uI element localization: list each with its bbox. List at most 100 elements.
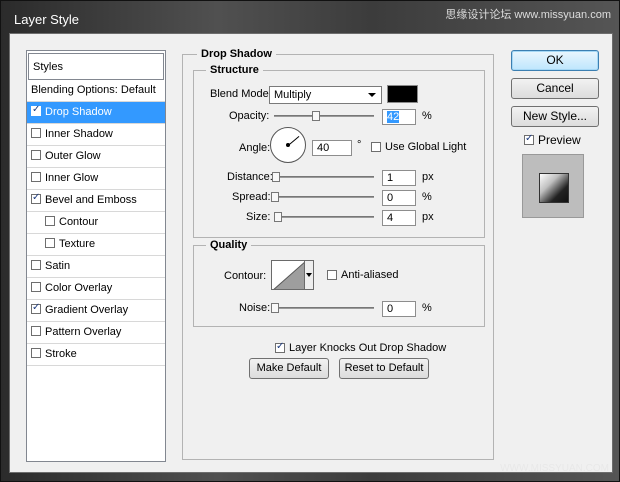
drop-shadow-group: Drop Shadow Structure Blend Mode: Multip… [182,48,494,460]
contour-label: Contour: [224,270,267,282]
distance-unit: px [422,171,434,183]
window-title: Layer Style [14,12,80,27]
size-value: 4 [387,212,394,224]
make-default-button[interactable]: Make Default [249,358,329,379]
contour-curve-icon [273,262,304,289]
style-item-label: Outer Glow [45,150,101,162]
style-item-label: Texture [59,238,96,250]
layer-style-window: Layer Style 思缘设计论坛 www.missyuan.com Styl… [0,0,620,482]
blend-mode-value: Multiply [274,89,312,101]
anti-aliased-checkbox[interactable] [327,270,337,280]
structure-title: Structure [206,64,263,76]
spread-input[interactable]: 0 [382,190,416,206]
distance-value: 1 [387,172,394,184]
angle-input[interactable]: 40 [312,140,352,156]
angle-unit: ° [357,139,362,151]
style-item[interactable]: Pattern Overlay [27,322,165,344]
preview-checkbox[interactable] [524,133,534,145]
style-item[interactable]: Inner Glow [27,168,165,190]
style-item[interactable]: Inner Shadow [27,124,165,146]
noise-value: 0 [387,303,394,315]
style-item[interactable]: Stroke [27,344,165,366]
style-item[interactable]: Texture [27,234,165,256]
style-item-label: Blending Options: Default [31,84,156,96]
style-item[interactable]: Blending Options: Default [27,80,165,102]
style-item-checkbox[interactable] [45,238,55,248]
angle-dial-center [286,143,290,147]
spread-label: Spread: [232,191,271,203]
style-item-checkbox[interactable] [31,348,41,358]
style-item-checkbox[interactable] [31,172,41,182]
structure-group: Structure Blend Mode: Multiply Opacity: … [193,64,485,238]
style-preview-box [522,154,584,218]
style-item-label: Drop Shadow [45,106,112,118]
quality-group: Quality Contour: Anti-aliased Noise: 0 % [193,239,485,327]
distance-slider[interactable] [272,172,374,182]
watermark-top: 思缘设计论坛 www.missyuan.com [445,9,611,21]
style-item-checkbox[interactable] [31,326,41,336]
style-item[interactable]: Gradient Overlay [27,300,165,322]
style-item-checkbox[interactable] [31,302,41,314]
new-style-button[interactable]: New Style... [511,106,599,127]
size-input[interactable]: 4 [382,210,416,226]
angle-label: Angle: [239,142,271,154]
size-slider[interactable] [274,212,374,222]
ok-button[interactable]: OK [511,50,599,71]
opacity-slider-thumb[interactable] [312,111,320,121]
style-item[interactable]: Bevel and Emboss [27,190,165,212]
style-item-label: Gradient Overlay [45,304,129,316]
style-item-label: Pattern Overlay [45,326,122,338]
distance-label: Distance: [227,171,273,183]
style-item-checkbox[interactable] [31,260,41,270]
size-slider-thumb[interactable] [274,212,282,222]
style-item[interactable]: Contour [27,212,165,234]
blend-mode-select[interactable]: Multiply [269,86,382,104]
style-item-checkbox[interactable] [31,104,41,116]
style-item[interactable]: Drop Shadow [27,102,165,124]
noise-slider[interactable] [271,303,374,313]
style-item-label: Contour [59,216,99,228]
size-label: Size: [246,211,271,223]
style-item-label: Satin [45,260,71,272]
contour-dropdown-button[interactable] [305,260,314,290]
reset-to-default-button[interactable]: Reset to Default [339,358,429,379]
distance-slider-thumb[interactable] [272,172,280,182]
opacity-value: 42 [387,111,400,123]
spread-slider-thumb[interactable] [271,192,279,202]
blend-mode-label: Blend Mode: [210,88,272,100]
style-item[interactable]: Outer Glow [27,146,165,168]
watermark-bottom: WWW.MISSYUAN.COM [500,463,609,474]
styles-header[interactable]: Styles [28,53,164,80]
style-item-checkbox[interactable] [31,282,41,292]
style-item[interactable]: Color Overlay [27,278,165,300]
anti-aliased-label: Anti-aliased [341,269,399,281]
style-item-checkbox[interactable] [45,216,55,226]
noise-slider-thumb[interactable] [271,303,279,313]
style-item-checkbox[interactable] [31,192,41,204]
style-item-label: Inner Shadow [45,128,113,140]
opacity-input[interactable]: 42 [382,109,416,125]
knocks-out-label: Layer Knocks Out Drop Shadow [289,342,447,354]
style-item-checkbox[interactable] [31,128,41,138]
style-item[interactable]: Satin [27,256,165,278]
knocks-out-checkbox[interactable] [275,341,285,353]
style-items: Blending Options: Default Drop Shadow Inne… [27,80,165,366]
angle-dial[interactable] [270,127,306,163]
global-light-label: Use Global Light [385,141,467,153]
cancel-button[interactable]: Cancel [511,78,599,99]
style-item-label: Inner Glow [45,172,99,184]
spread-unit: % [422,191,432,203]
noise-input[interactable]: 0 [382,301,416,317]
noise-label: Noise: [239,302,271,314]
styles-list: Styles Blending Options: Default Drop Sha… [26,50,166,462]
spread-slider[interactable] [271,192,374,202]
contour-picker[interactable] [271,260,305,290]
style-item-checkbox[interactable] [31,150,41,160]
opacity-slider[interactable] [274,111,374,121]
chevron-down-icon [368,93,376,97]
style-item-label: Stroke [45,348,77,360]
drop-shadow-title: Drop Shadow [197,48,276,60]
shadow-color-swatch[interactable] [387,85,418,103]
distance-input[interactable]: 1 [382,170,416,186]
global-light-checkbox[interactable] [371,142,381,152]
